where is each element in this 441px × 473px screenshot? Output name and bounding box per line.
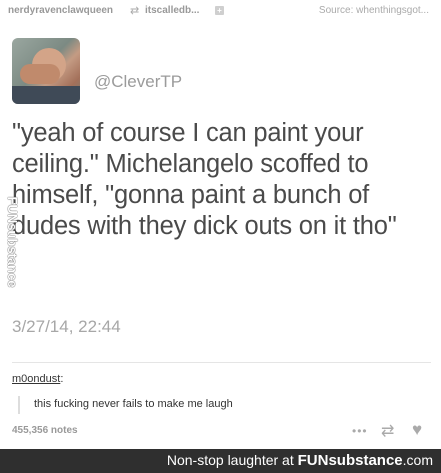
avatar: [12, 38, 80, 104]
watermark-label: FUNsubstance: [5, 196, 20, 288]
reblogged-from-username[interactable]: itscalledb...: [145, 5, 199, 16]
twitter-handle: @CleverTP: [94, 72, 183, 91]
post-header: nerdyravenclawqueen ⇄ itscalledb... + So…: [0, 0, 441, 22]
comment-text: this fucking never fails to make me laug…: [34, 398, 233, 410]
tweet-text: "yeah of course I can paint your ceiling…: [12, 119, 397, 240]
avatar-hand: [20, 64, 60, 84]
divider: [12, 362, 431, 363]
watermark-bar: Non-stop laughter at FUNsubstance.com: [0, 449, 441, 473]
caption-brand[interactable]: FUNsubstance: [298, 452, 403, 469]
quote-bar: [18, 396, 20, 414]
like-heart-icon[interactable]: ♥: [412, 420, 422, 440]
caption-prefix: Non-stop laughter at: [166, 452, 298, 468]
watermark-sidebar: FUNsubstance: [0, 188, 20, 298]
reblog-icon: ⇄: [130, 5, 140, 17]
tweet-date: 3/27/14, 22:44: [12, 317, 121, 336]
notes-count[interactable]: 455,356 notes: [12, 425, 78, 436]
follow-plus-icon[interactable]: +: [215, 6, 224, 15]
caption-domain: .com: [402, 452, 433, 468]
avatar-body: [12, 86, 80, 104]
comment-author-link[interactable]: m0ondust: [12, 373, 60, 385]
poster-username[interactable]: nerdyravenclawqueen: [8, 5, 113, 16]
watermark-caption: Non-stop laughter at FUNsubstance.com: [167, 452, 433, 469]
reblog-button-icon[interactable]: ⇄: [381, 421, 394, 441]
comment-author: m0ondust:: [12, 373, 64, 385]
more-options-icon[interactable]: •••: [352, 424, 368, 438]
source-link[interactable]: Source: whenthingsgot...: [319, 5, 429, 16]
